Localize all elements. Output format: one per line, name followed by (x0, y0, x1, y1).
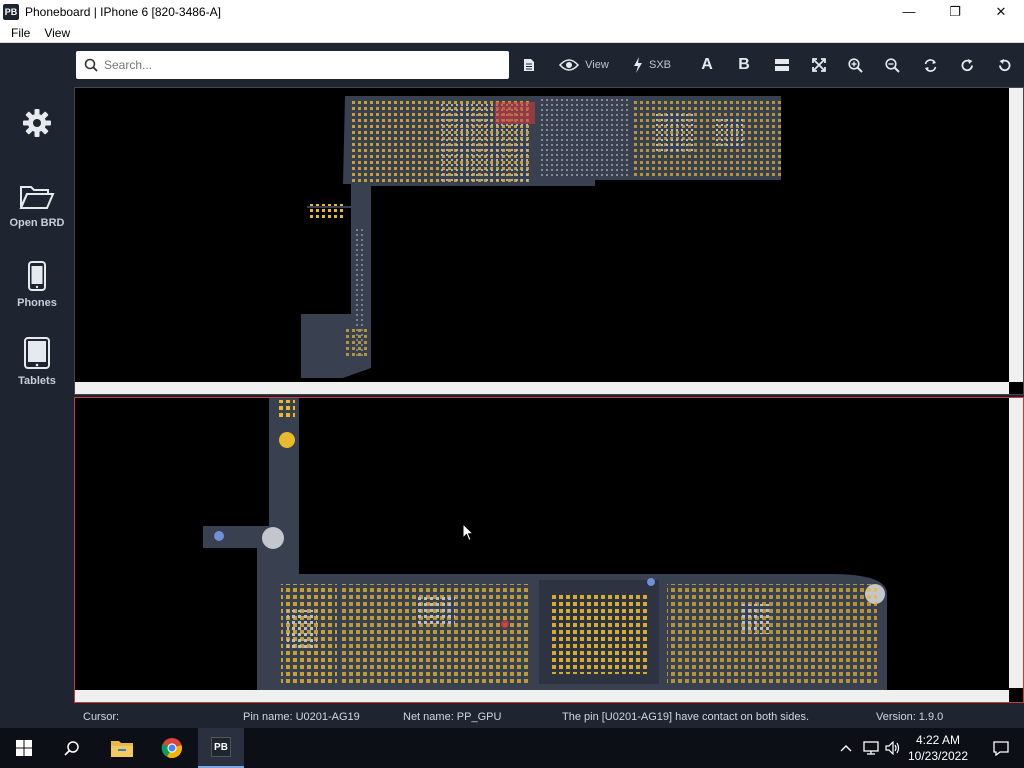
clock-time: 4:22 AM (915, 733, 961, 747)
sidebar-item-settings[interactable] (0, 108, 74, 138)
net-name: Net name: PP_GPU (403, 711, 502, 723)
split-view-button[interactable] (771, 50, 793, 80)
bottom-vertical-scrollbar[interactable] (1009, 398, 1023, 688)
sidebar-item-label: Phones (17, 297, 57, 309)
board-view-bottom[interactable] (74, 397, 1024, 703)
sync-icon (924, 58, 936, 72)
sidebar-item-tablets[interactable]: Tablets (0, 337, 74, 387)
taskbar-file-explorer[interactable] (98, 728, 146, 768)
menu-file[interactable]: File (11, 26, 30, 40)
sidebar-item-phones[interactable]: Phones (0, 261, 74, 309)
menu-bar: File View (0, 23, 1024, 43)
phoneboard-icon: PB (211, 737, 231, 757)
start-button[interactable] (0, 728, 48, 768)
rotate-right-button[interactable] (956, 50, 978, 80)
zoom-in-icon (847, 57, 863, 73)
windows-start-icon (16, 740, 32, 756)
sidebar-item-open-brd[interactable]: Open BRD (0, 183, 74, 229)
app-icon: PB (3, 3, 19, 20)
action-center-button[interactable] (978, 728, 1024, 768)
menu-view[interactable]: View (44, 26, 70, 40)
taskbar-chrome[interactable] (148, 728, 196, 768)
search-input[interactable] (104, 58, 484, 72)
sidebar-item-label: Open BRD (9, 217, 65, 229)
bottom-horizontal-scrollbar[interactable] (75, 690, 1009, 702)
sxb-button-label: SXB (648, 59, 671, 71)
chevron-up-icon (840, 745, 852, 752)
expand-icon (812, 58, 826, 72)
board-view-top[interactable] (74, 87, 1024, 395)
window-title: Phoneboard | IPhone 6 [820-3486-A] (25, 4, 221, 19)
view-button[interactable]: View (554, 50, 614, 80)
tablet-icon (24, 337, 50, 369)
version-label: Version: 1.9.0 (876, 711, 944, 723)
minimize-button[interactable]: — (886, 0, 932, 23)
top-vertical-scrollbar[interactable] (1009, 88, 1023, 382)
mouse-cursor-icon (462, 523, 474, 542)
eye-icon (559, 59, 580, 71)
top-horizontal-scrollbar[interactable] (75, 382, 1009, 394)
taskbar: PB 4:22 AM 10/23/2022 (0, 728, 1024, 768)
rotate-right-icon (961, 58, 973, 71)
network-tray-button[interactable] (860, 728, 882, 768)
file-explorer-icon (111, 741, 133, 757)
close-icon: ✕ (995, 3, 1007, 19)
pin-name: Pin name: U0201-AG19 (243, 711, 360, 723)
side-b-label: B (738, 56, 750, 73)
sxb-button[interactable]: SXB (626, 50, 678, 80)
zoom-out-button[interactable] (881, 50, 903, 80)
side-a-button[interactable]: A (696, 50, 718, 80)
side-b-button[interactable]: B (733, 50, 755, 80)
taskbar-clock[interactable]: 4:22 AM 10/23/2022 (900, 732, 976, 764)
split-view-icon (775, 59, 789, 71)
toolbar: View SXB A B (76, 50, 1022, 80)
chrome-icon (161, 738, 182, 759)
search-box[interactable] (76, 51, 509, 79)
taskbar-phoneboard[interactable]: PB (198, 728, 244, 768)
pcb-board-image-bottom (203, 398, 887, 690)
document-button[interactable] (518, 50, 540, 80)
view-button-label: View (585, 59, 609, 71)
lightning-icon (633, 57, 642, 73)
title-bar: PB Phoneboard | IPhone 6 [820-3486-A] — … (0, 0, 1024, 23)
document-icon (524, 59, 534, 71)
fit-button[interactable] (808, 50, 830, 80)
rotate-left-icon (998, 58, 1010, 71)
show-hidden-icons-button[interactable] (836, 728, 856, 768)
status-bar: Cursor: Pin name: U0201-AG19 Net name: P… (0, 707, 1024, 727)
clock-date: 10/23/2022 (907, 749, 969, 763)
zoom-in-button[interactable] (844, 50, 866, 80)
network-icon (863, 741, 879, 755)
close-button[interactable]: ✕ (978, 0, 1024, 23)
status-message: The pin [U0201-AG19] have contact on bot… (562, 711, 810, 723)
minimize-icon: — (902, 4, 916, 19)
search-icon (64, 741, 79, 756)
rotate-left-button[interactable] (993, 50, 1015, 80)
sidebar-item-label: Tablets (18, 375, 56, 387)
pcb-board-image (301, 96, 781, 378)
search-icon (84, 58, 98, 72)
sidebar: Open BRD Phones Tablets (0, 43, 74, 728)
maximize-icon: ❐ (949, 3, 961, 19)
cursor-label: Cursor: (83, 711, 120, 723)
phone-icon (28, 261, 46, 291)
sync-button[interactable] (919, 50, 941, 80)
side-a-label: A (701, 56, 713, 73)
zoom-out-icon (884, 57, 900, 73)
maximize-button[interactable]: ❐ (932, 0, 978, 23)
notification-icon (993, 740, 1009, 756)
app-body: Open BRD Phones Tablets Search... View S… (0, 43, 1024, 728)
folder-open-icon (19, 186, 55, 209)
taskbar-search-button[interactable] (48, 728, 96, 768)
speaker-icon (885, 741, 900, 755)
gear-icon (23, 109, 51, 137)
